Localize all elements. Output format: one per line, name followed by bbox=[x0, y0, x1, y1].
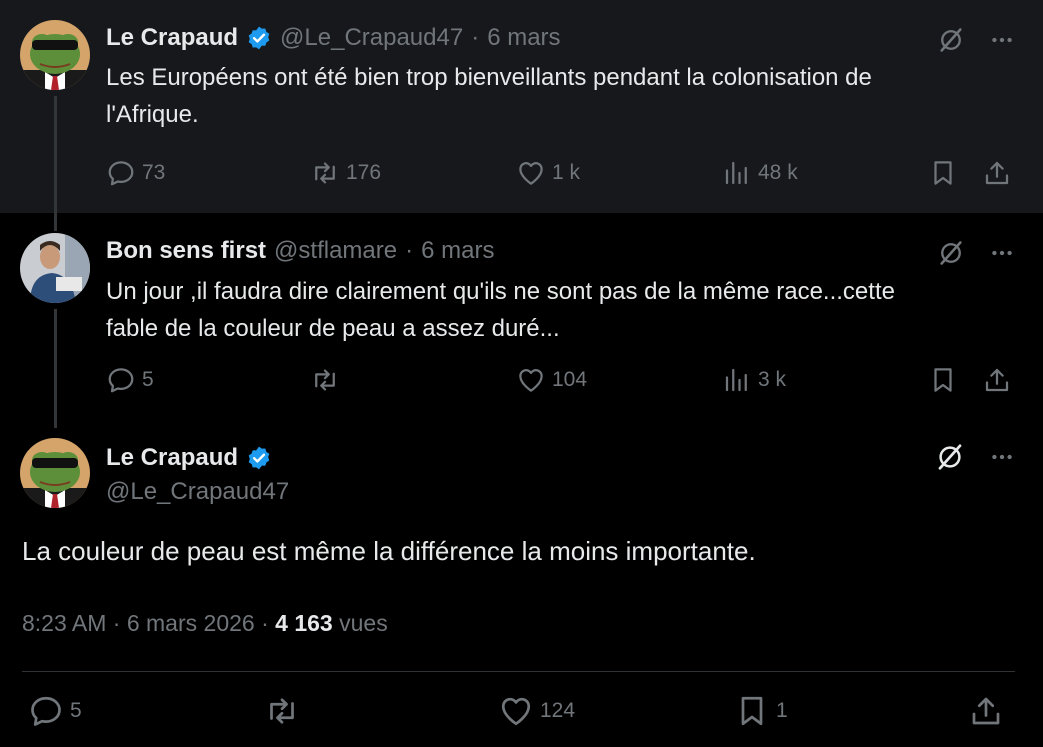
share-icon bbox=[968, 693, 1004, 729]
author-name[interactable]: Le Crapaud bbox=[106, 24, 238, 52]
tweet-header: Le Crapaud @Le_Crapaud47 · 6 mars bbox=[106, 24, 561, 52]
avatar[interactable] bbox=[20, 233, 90, 303]
thread-connector bbox=[54, 96, 57, 213]
thread-connector bbox=[54, 309, 57, 428]
like-count: 104 bbox=[552, 368, 588, 391]
grok-icon[interactable] bbox=[937, 26, 965, 54]
views-icon bbox=[722, 365, 752, 395]
repost-icon bbox=[310, 365, 340, 395]
tweet-date[interactable]: 6 mars 2026 bbox=[127, 610, 255, 636]
repost-icon bbox=[264, 693, 300, 729]
separator: · bbox=[471, 24, 480, 51]
views-button[interactable]: 3 k bbox=[722, 365, 786, 395]
reply-button[interactable]: 5 bbox=[28, 693, 82, 729]
views-button[interactable]: 48 k bbox=[722, 158, 798, 188]
share-button[interactable] bbox=[982, 365, 1012, 395]
thread-tweet[interactable]: Le Crapaud @Le_Crapaud47 · 6 mars Les Eu… bbox=[0, 0, 1043, 213]
reply-icon bbox=[106, 365, 136, 395]
separator: · bbox=[261, 610, 269, 636]
repost-button[interactable] bbox=[264, 693, 300, 729]
share-button[interactable] bbox=[982, 158, 1012, 188]
tweet-date[interactable]: 6 mars bbox=[421, 237, 494, 265]
tweet-text: Un jour ,il faudra dire clairement qu'il… bbox=[106, 273, 1006, 347]
bookmark-button[interactable] bbox=[928, 365, 958, 395]
reply-icon bbox=[106, 158, 136, 188]
verified-badge-icon bbox=[246, 445, 272, 471]
bookmark-icon bbox=[734, 693, 770, 729]
thread-tweet[interactable]: Bon sens first @stflamare · 6 mars Un jo… bbox=[0, 213, 1043, 428]
tweet-text: Les Européens ont été bien trop bienveil… bbox=[106, 59, 1006, 133]
action-bar: 5 124 1 bbox=[0, 693, 1043, 733]
reply-count: 5 bbox=[70, 699, 82, 722]
tweet-text-line: Les Européens ont été bien trop bienveil… bbox=[106, 64, 872, 91]
avatar[interactable] bbox=[20, 438, 90, 508]
verified-badge-icon bbox=[246, 25, 272, 51]
author-name[interactable]: Bon sens first bbox=[106, 237, 266, 265]
avatar[interactable] bbox=[20, 20, 90, 90]
tweet-text-line: l'Afrique. bbox=[106, 101, 199, 128]
author-handle[interactable]: @Le_Crapaud47 bbox=[280, 24, 463, 52]
thread-connector bbox=[54, 213, 57, 231]
like-button[interactable]: 1 k bbox=[516, 158, 580, 188]
like-icon bbox=[516, 158, 546, 188]
separator: · bbox=[405, 237, 414, 264]
bookmark-icon bbox=[928, 365, 958, 395]
like-count: 1 k bbox=[552, 161, 581, 184]
share-icon bbox=[982, 158, 1012, 188]
reply-button[interactable]: 73 bbox=[106, 158, 165, 188]
like-button[interactable]: 124 bbox=[498, 693, 575, 729]
more-icon[interactable] bbox=[989, 444, 1015, 470]
tweet-text: La couleur de peau est même la différenc… bbox=[22, 536, 756, 566]
author-name[interactable]: Le Crapaud bbox=[106, 444, 238, 472]
separator: · bbox=[112, 610, 121, 636]
bookmark-icon bbox=[928, 158, 958, 188]
views-count: 4 163 bbox=[275, 610, 333, 636]
tweet-text-line: fable de la couleur de peau a assez duré… bbox=[106, 315, 560, 342]
reply-count: 73 bbox=[142, 161, 166, 184]
tweet-meta: 8:23 AM · 6 mars 2026 · 4 163 vues bbox=[22, 610, 388, 637]
like-icon bbox=[498, 693, 534, 729]
author-handle[interactable]: @stflamare bbox=[274, 237, 397, 265]
reply-button[interactable]: 5 bbox=[106, 365, 154, 395]
grok-icon[interactable] bbox=[935, 442, 965, 472]
author-handle[interactable]: @Le_Crapaud47 bbox=[106, 478, 289, 506]
bookmark-count: 1 bbox=[776, 699, 788, 722]
grok-icon[interactable] bbox=[937, 239, 965, 267]
repost-button[interactable]: 176 bbox=[310, 158, 381, 188]
tweet-header: Bon sens first @stflamare · 6 mars bbox=[106, 237, 494, 265]
reply-icon bbox=[28, 693, 64, 729]
tweet-text-line: Un jour ,il faudra dire clairement qu'il… bbox=[106, 278, 895, 305]
like-button[interactable]: 104 bbox=[516, 365, 587, 395]
like-icon bbox=[516, 365, 546, 395]
views-icon bbox=[722, 158, 752, 188]
like-count: 124 bbox=[540, 699, 576, 722]
divider bbox=[22, 671, 1015, 672]
views-count: 3 k bbox=[758, 368, 787, 391]
bookmark-button[interactable] bbox=[928, 158, 958, 188]
repost-count: 176 bbox=[346, 161, 382, 184]
tweet-time[interactable]: 8:23 AM bbox=[22, 610, 106, 636]
share-button[interactable] bbox=[968, 693, 1004, 729]
repost-button[interactable] bbox=[310, 365, 346, 395]
tweet-header: Le Crapaud bbox=[106, 444, 272, 472]
more-icon[interactable] bbox=[989, 240, 1015, 266]
reply-count: 5 bbox=[142, 368, 154, 391]
action-bar: 73 176 1 k 48 k bbox=[106, 158, 1016, 192]
repost-icon bbox=[310, 158, 340, 188]
bookmark-button[interactable]: 1 bbox=[734, 693, 788, 729]
views-count: 48 k bbox=[758, 161, 798, 184]
tweet-date[interactable]: 6 mars bbox=[487, 24, 560, 52]
more-icon[interactable] bbox=[989, 27, 1015, 53]
main-tweet: Le Crapaud @Le_Crapaud47 La couleur de p… bbox=[0, 428, 1043, 747]
share-icon bbox=[982, 365, 1012, 395]
action-bar: 5 104 3 k bbox=[106, 365, 1016, 399]
views-label: vues bbox=[339, 610, 388, 636]
